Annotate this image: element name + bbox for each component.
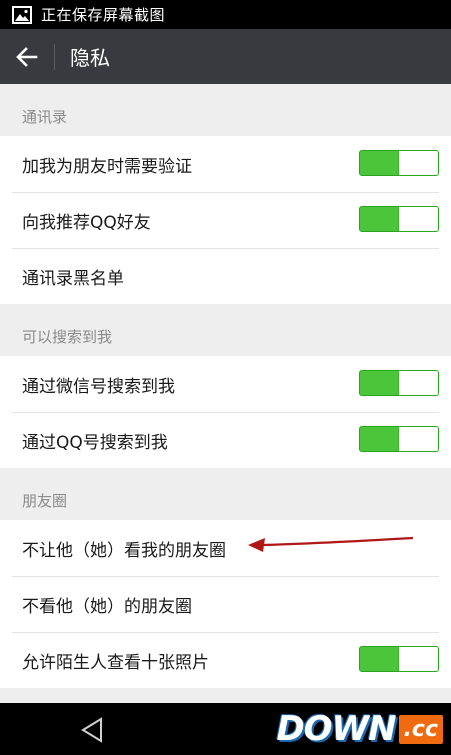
search-by-wechat-id-toggle[interactable] bbox=[359, 370, 439, 396]
triangle-back-icon[interactable] bbox=[80, 717, 104, 743]
row-hide-their-moments[interactable]: 不看他（她）的朋友圈 bbox=[0, 576, 451, 632]
search-by-qq-toggle[interactable] bbox=[359, 426, 439, 452]
row-label: 不让他（她）看我的朋友圈 bbox=[22, 540, 226, 561]
section-header-searchable: 可以搜索到我 bbox=[22, 328, 113, 346]
require-verification-toggle[interactable] bbox=[359, 150, 439, 176]
row-search-by-wechat-id[interactable]: 通过微信号搜索到我 bbox=[0, 356, 451, 412]
image-icon bbox=[12, 5, 32, 24]
row-allow-strangers-view-photos[interactable]: 允许陌生人查看十张照片 bbox=[0, 632, 451, 688]
row-label: 通讯录黑名单 bbox=[22, 268, 124, 289]
section-header-moments: 朋友圈 bbox=[22, 492, 68, 510]
status-bar: 正在保存屏幕截图 bbox=[0, 0, 451, 29]
row-label: 向我推荐QQ好友 bbox=[22, 212, 151, 233]
back-button[interactable] bbox=[0, 29, 54, 84]
watermark-tld: .cc bbox=[398, 714, 443, 744]
nav-bar: DOWN .cc bbox=[0, 703, 451, 755]
section-searchable: 通过微信号搜索到我 通过QQ号搜索到我 bbox=[0, 356, 451, 468]
section-moments: 不让他（她）看我的朋友圈 不看他（她）的朋友圈 允许陌生人查看十张照片 bbox=[0, 520, 451, 688]
section-contacts: 加我为朋友时需要验证 向我推荐QQ好友 通讯录黑名单 bbox=[0, 136, 451, 304]
row-contacts-blacklist[interactable]: 通讯录黑名单 bbox=[0, 248, 451, 304]
recommend-qq-friends-toggle[interactable] bbox=[359, 206, 439, 232]
toggle-knob bbox=[398, 647, 438, 671]
row-recommend-qq-friends[interactable]: 向我推荐QQ好友 bbox=[0, 192, 451, 248]
app-bar-divider bbox=[54, 43, 55, 70]
status-text: 正在保存屏幕截图 bbox=[41, 6, 166, 24]
section-header-contacts: 通讯录 bbox=[22, 108, 68, 126]
row-hide-my-moments[interactable]: 不让他（她）看我的朋友圈 bbox=[0, 520, 451, 576]
watermark-main: DOWN bbox=[276, 709, 396, 749]
toggle-knob bbox=[398, 371, 438, 395]
row-label: 通过微信号搜索到我 bbox=[22, 376, 175, 397]
toggle-knob bbox=[398, 207, 438, 231]
app-bar: 隐私 bbox=[0, 29, 451, 84]
arrow-left-icon bbox=[16, 46, 38, 67]
settings-list: 通讯录 加我为朋友时需要验证 向我推荐QQ好友 通讯录黑名单 可以搜索到我 通过… bbox=[0, 84, 451, 703]
row-require-verification[interactable]: 加我为朋友时需要验证 bbox=[0, 136, 451, 192]
row-label: 通过QQ号搜索到我 bbox=[22, 432, 168, 453]
allow-strangers-toggle[interactable] bbox=[359, 646, 439, 672]
toggle-knob bbox=[398, 427, 438, 451]
watermark-logo: DOWN .cc bbox=[276, 709, 443, 749]
page-title: 隐私 bbox=[70, 46, 110, 70]
row-label: 加我为朋友时需要验证 bbox=[22, 156, 192, 177]
toggle-knob bbox=[398, 151, 438, 175]
row-search-by-qq[interactable]: 通过QQ号搜索到我 bbox=[0, 412, 451, 468]
row-label: 允许陌生人查看十张照片 bbox=[22, 652, 209, 673]
row-label: 不看他（她）的朋友圈 bbox=[22, 596, 192, 617]
